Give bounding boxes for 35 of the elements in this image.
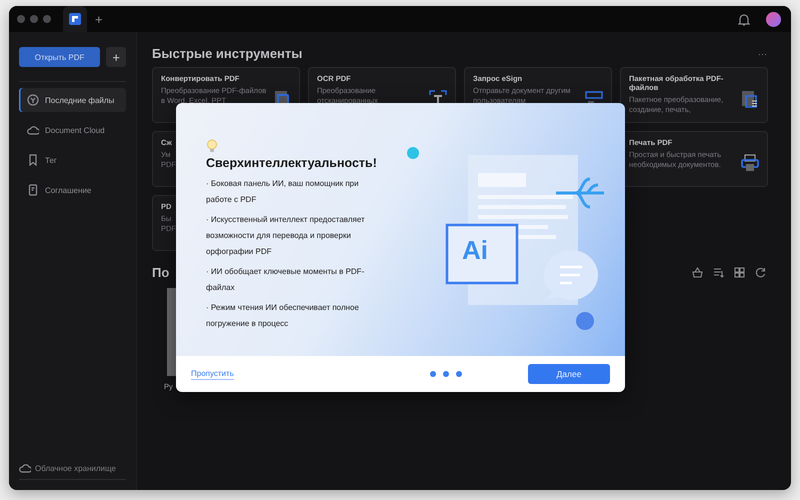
dialog-title: Сверхинтеллектуальность! [206, 155, 378, 172]
printer-icon [741, 154, 759, 172]
app-logo-icon [69, 13, 81, 25]
cloud-icon [19, 462, 31, 474]
skip-link[interactable]: Пропустить [191, 368, 234, 380]
app-tab[interactable] [63, 6, 87, 32]
bell-icon [738, 12, 750, 26]
grid-icon [734, 267, 745, 278]
avatar[interactable] [766, 12, 781, 26]
refresh-icon [755, 267, 766, 278]
section-title: По [152, 265, 170, 280]
ai-logo-text: Ai [462, 235, 488, 266]
sidebar-item[interactable]: Соглашение [19, 178, 126, 202]
new-tab-button[interactable]: + [95, 12, 103, 26]
feature-bullet: · Режим чтения ИИ обеспечивает полное погружение в процесс [206, 302, 360, 330]
bookmark-icon [27, 154, 39, 166]
more-button[interactable]: ··· [758, 48, 767, 58]
cloud-icon [27, 124, 39, 136]
sidebar-item[interactable]: Последние файлы [19, 88, 126, 112]
open-pdf-button[interactable]: Открыть PDF [19, 47, 100, 67]
document-icon [27, 184, 39, 196]
sidebar-item[interactable]: Тег [19, 148, 126, 172]
sidebar-item[interactable]: Document Cloud [19, 118, 126, 142]
page-dots-icon [430, 371, 462, 377]
feature-bullet: · Искусственный интеллект предоставляет возможности для перевода и проверки орфографии PDF [206, 214, 366, 258]
sort-icon [713, 267, 724, 278]
stacked-documents-icon [741, 90, 759, 108]
lightbulb-icon [206, 139, 218, 153]
basket-icon [692, 267, 703, 278]
next-button[interactable]: Далее [528, 364, 610, 384]
feature-bullet: · Боковая панель ИИ, ваш помощник при работе с PDF [206, 178, 360, 206]
add-button[interactable]: + [106, 47, 126, 67]
section-title: Быстрые инструменты [152, 46, 302, 61]
cloud-storage-link[interactable]: Облачное хранилище [19, 462, 126, 480]
feature-bullet: · ИИ обобщает ключевые моменты в PDF-файлах [206, 266, 366, 294]
